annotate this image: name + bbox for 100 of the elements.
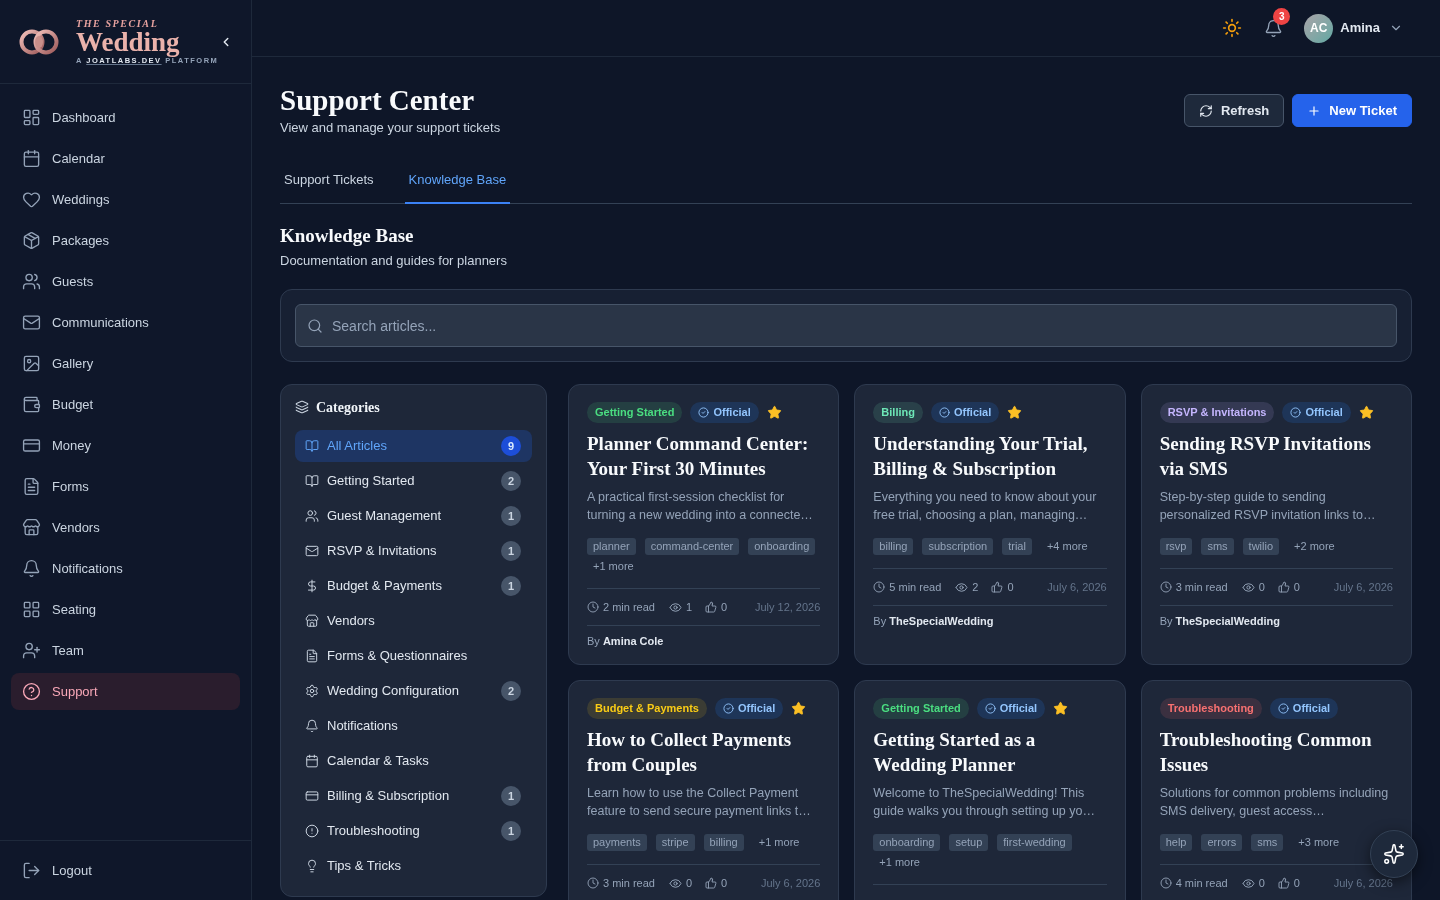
category-item[interactable]: RSVP & Invitations 1 — [295, 535, 532, 567]
category-item[interactable]: Troubleshooting 1 — [295, 815, 532, 847]
tab[interactable]: Support Tickets — [280, 158, 378, 204]
sidebar-item[interactable]: Guests — [11, 263, 240, 300]
sidebar-item[interactable]: Vendors — [11, 509, 240, 546]
more-tags-label: +2 more — [1293, 539, 1336, 554]
theme-toggle-button[interactable] — [1222, 18, 1243, 38]
view-count: 0 — [1241, 876, 1265, 890]
sidebar-item[interactable]: Notifications — [11, 550, 240, 587]
tag-chip: payments — [587, 834, 647, 851]
sidebar-item[interactable]: Calendar — [11, 140, 240, 177]
category-item[interactable]: All Articles 9 — [295, 430, 532, 462]
category-item[interactable]: Wedding Configuration 2 — [295, 675, 532, 707]
sidebar-item[interactable]: Gallery — [11, 345, 240, 382]
sidebar-item[interactable]: Packages — [11, 222, 240, 259]
new-ticket-button[interactable]: New Ticket — [1292, 94, 1412, 127]
article-card[interactable]: Troubleshooting Official Troubleshooting Common Issues Solutions for common problems including SMS delivery, guest access… help errors sms +3 more 4 min read 0 0 July 6, 2026 — [1140, 680, 1412, 900]
category-tag: Billing — [873, 402, 923, 423]
dashboard-icon — [22, 108, 41, 127]
sidebar-item[interactable]: Dashboard — [11, 99, 240, 136]
plus-icon — [1307, 103, 1322, 118]
category-item[interactable]: Tips & Tricks — [295, 850, 532, 882]
sidebar-item[interactable]: Seating — [11, 591, 240, 628]
sidebar-item[interactable]: Forms — [11, 468, 240, 505]
article-card[interactable]: Budget & Payments Official How to Collect Payments from Couples Learn how to use the Collect Payment feature to send secure payment links t… payments stripe billing +1 more 3 min read 0 0 July 6, 2026 — [568, 680, 840, 900]
article-title[interactable]: Understanding Your Trial, Billing & Subscription — [873, 431, 1107, 481]
lightbulb-icon — [305, 859, 319, 873]
article-title[interactable]: Sending RSVP Invitations via SMS — [1159, 431, 1393, 481]
tab[interactable]: Knowledge Base — [404, 158, 511, 204]
refresh-button[interactable]: Refresh — [1183, 94, 1285, 127]
article-date: July 6, 2026 — [1047, 580, 1107, 594]
article-title[interactable]: Troubleshooting Common Issues — [1159, 727, 1393, 777]
sidebar-item[interactable]: Team — [11, 632, 240, 669]
tag-chip: onboarding — [873, 834, 941, 851]
help-icon — [22, 682, 41, 701]
calendar-icon — [22, 149, 41, 168]
sidebar-item[interactable]: Support — [11, 673, 240, 710]
article-date: July 6, 2026 — [1333, 876, 1393, 890]
alert-icon — [305, 824, 319, 838]
category-item[interactable]: Forms & Questionnaires — [295, 640, 532, 672]
check-circle-icon — [984, 703, 996, 714]
category-item[interactable]: Guest Management 1 — [295, 500, 532, 532]
category-item[interactable]: Vendors — [295, 605, 532, 637]
check-circle-icon — [1277, 703, 1289, 714]
official-badge: Official — [690, 402, 759, 423]
thumbs-up-icon — [705, 601, 718, 613]
article-card[interactable]: Getting Started Official Getting Started as a Wedding Planner Welcome to TheSpecialWedding! This guide walks you through setting up yo… onboarding setup first-wedding +1 more — [854, 680, 1126, 900]
package-icon — [22, 231, 41, 250]
article-card[interactable] — [568, 384, 840, 665]
article-summary: Step-by-step guide to sending personalized RSVP invitation links to… — [1159, 489, 1377, 524]
notifications-button[interactable] — [1263, 18, 1284, 38]
article-title[interactable]: Planner Command Center: Your First 30 Minutes — [587, 431, 821, 481]
article-date: July 6, 2026 — [1333, 580, 1393, 594]
article-date: July 6, 2026 — [761, 876, 821, 890]
article-card[interactable] — [1140, 384, 1412, 665]
search-icon — [307, 318, 323, 334]
sidebar-item[interactable]: Communications — [11, 304, 240, 341]
sidebar-item[interactable]: Weddings — [11, 181, 240, 218]
user-name[interactable]: Amina — [1340, 18, 1380, 38]
page-title: Support Center — [280, 83, 476, 117]
mail-icon — [305, 544, 319, 558]
category-item[interactable]: Budget & Payments 1 — [295, 570, 532, 602]
category-label: All Articles — [327, 437, 387, 456]
category-label: Tips & Tricks — [327, 857, 401, 876]
clock-icon — [587, 877, 599, 889]
article-title[interactable]: How to Collect Payments from Couples — [587, 727, 821, 777]
tag-chip: onboarding — [748, 538, 816, 555]
article-title[interactable]: Getting Started as a Wedding Planner — [873, 727, 1107, 777]
category-tag: Getting Started — [873, 698, 969, 719]
category-item[interactable]: Calendar & Tasks — [295, 745, 532, 777]
article-summary: Everything you need to know about your free trial, choosing a plan, managing… — [873, 489, 1098, 524]
view-count: 1 — [669, 600, 693, 614]
check-circle-icon — [938, 407, 950, 418]
sidebar-item[interactable]: Money — [11, 427, 240, 464]
category-count: 1 — [501, 821, 521, 841]
categories-heading: Categories — [316, 398, 380, 417]
document-icon — [305, 649, 319, 663]
tag-chip: help — [1159, 834, 1193, 851]
category-tag: Troubleshooting — [1159, 698, 1262, 719]
logout-icon — [22, 861, 41, 880]
logout-link[interactable]: Logout — [11, 852, 240, 889]
document-icon — [22, 477, 41, 496]
read-time: 3 min read — [587, 876, 655, 890]
official-badge: Official — [714, 698, 784, 719]
category-item[interactable]: Billing & Subscription 1 — [295, 780, 532, 812]
tag-chip: twilio — [1242, 538, 1280, 555]
like-count: 0 — [705, 876, 728, 890]
article-author: By TheSpecialWedding — [1159, 614, 1281, 628]
tag-chip: setup — [949, 834, 989, 851]
category-item[interactable]: Getting Started 2 — [295, 465, 532, 497]
tag-chip: sms — [1251, 834, 1284, 851]
official-badge: Official — [976, 698, 1046, 719]
category-label: Vendors — [327, 612, 375, 631]
eye-icon — [955, 580, 969, 594]
category-item[interactable]: Notifications — [295, 710, 532, 742]
check-circle-icon — [698, 407, 710, 418]
article-card[interactable] — [854, 384, 1126, 665]
sidebar-item[interactable]: Budget — [11, 386, 240, 423]
article-summary: Welcome to TheSpecialWedding! This guide walks you through setting up yo… — [873, 785, 1096, 820]
search-field[interactable]: Search articles... — [295, 304, 1397, 347]
